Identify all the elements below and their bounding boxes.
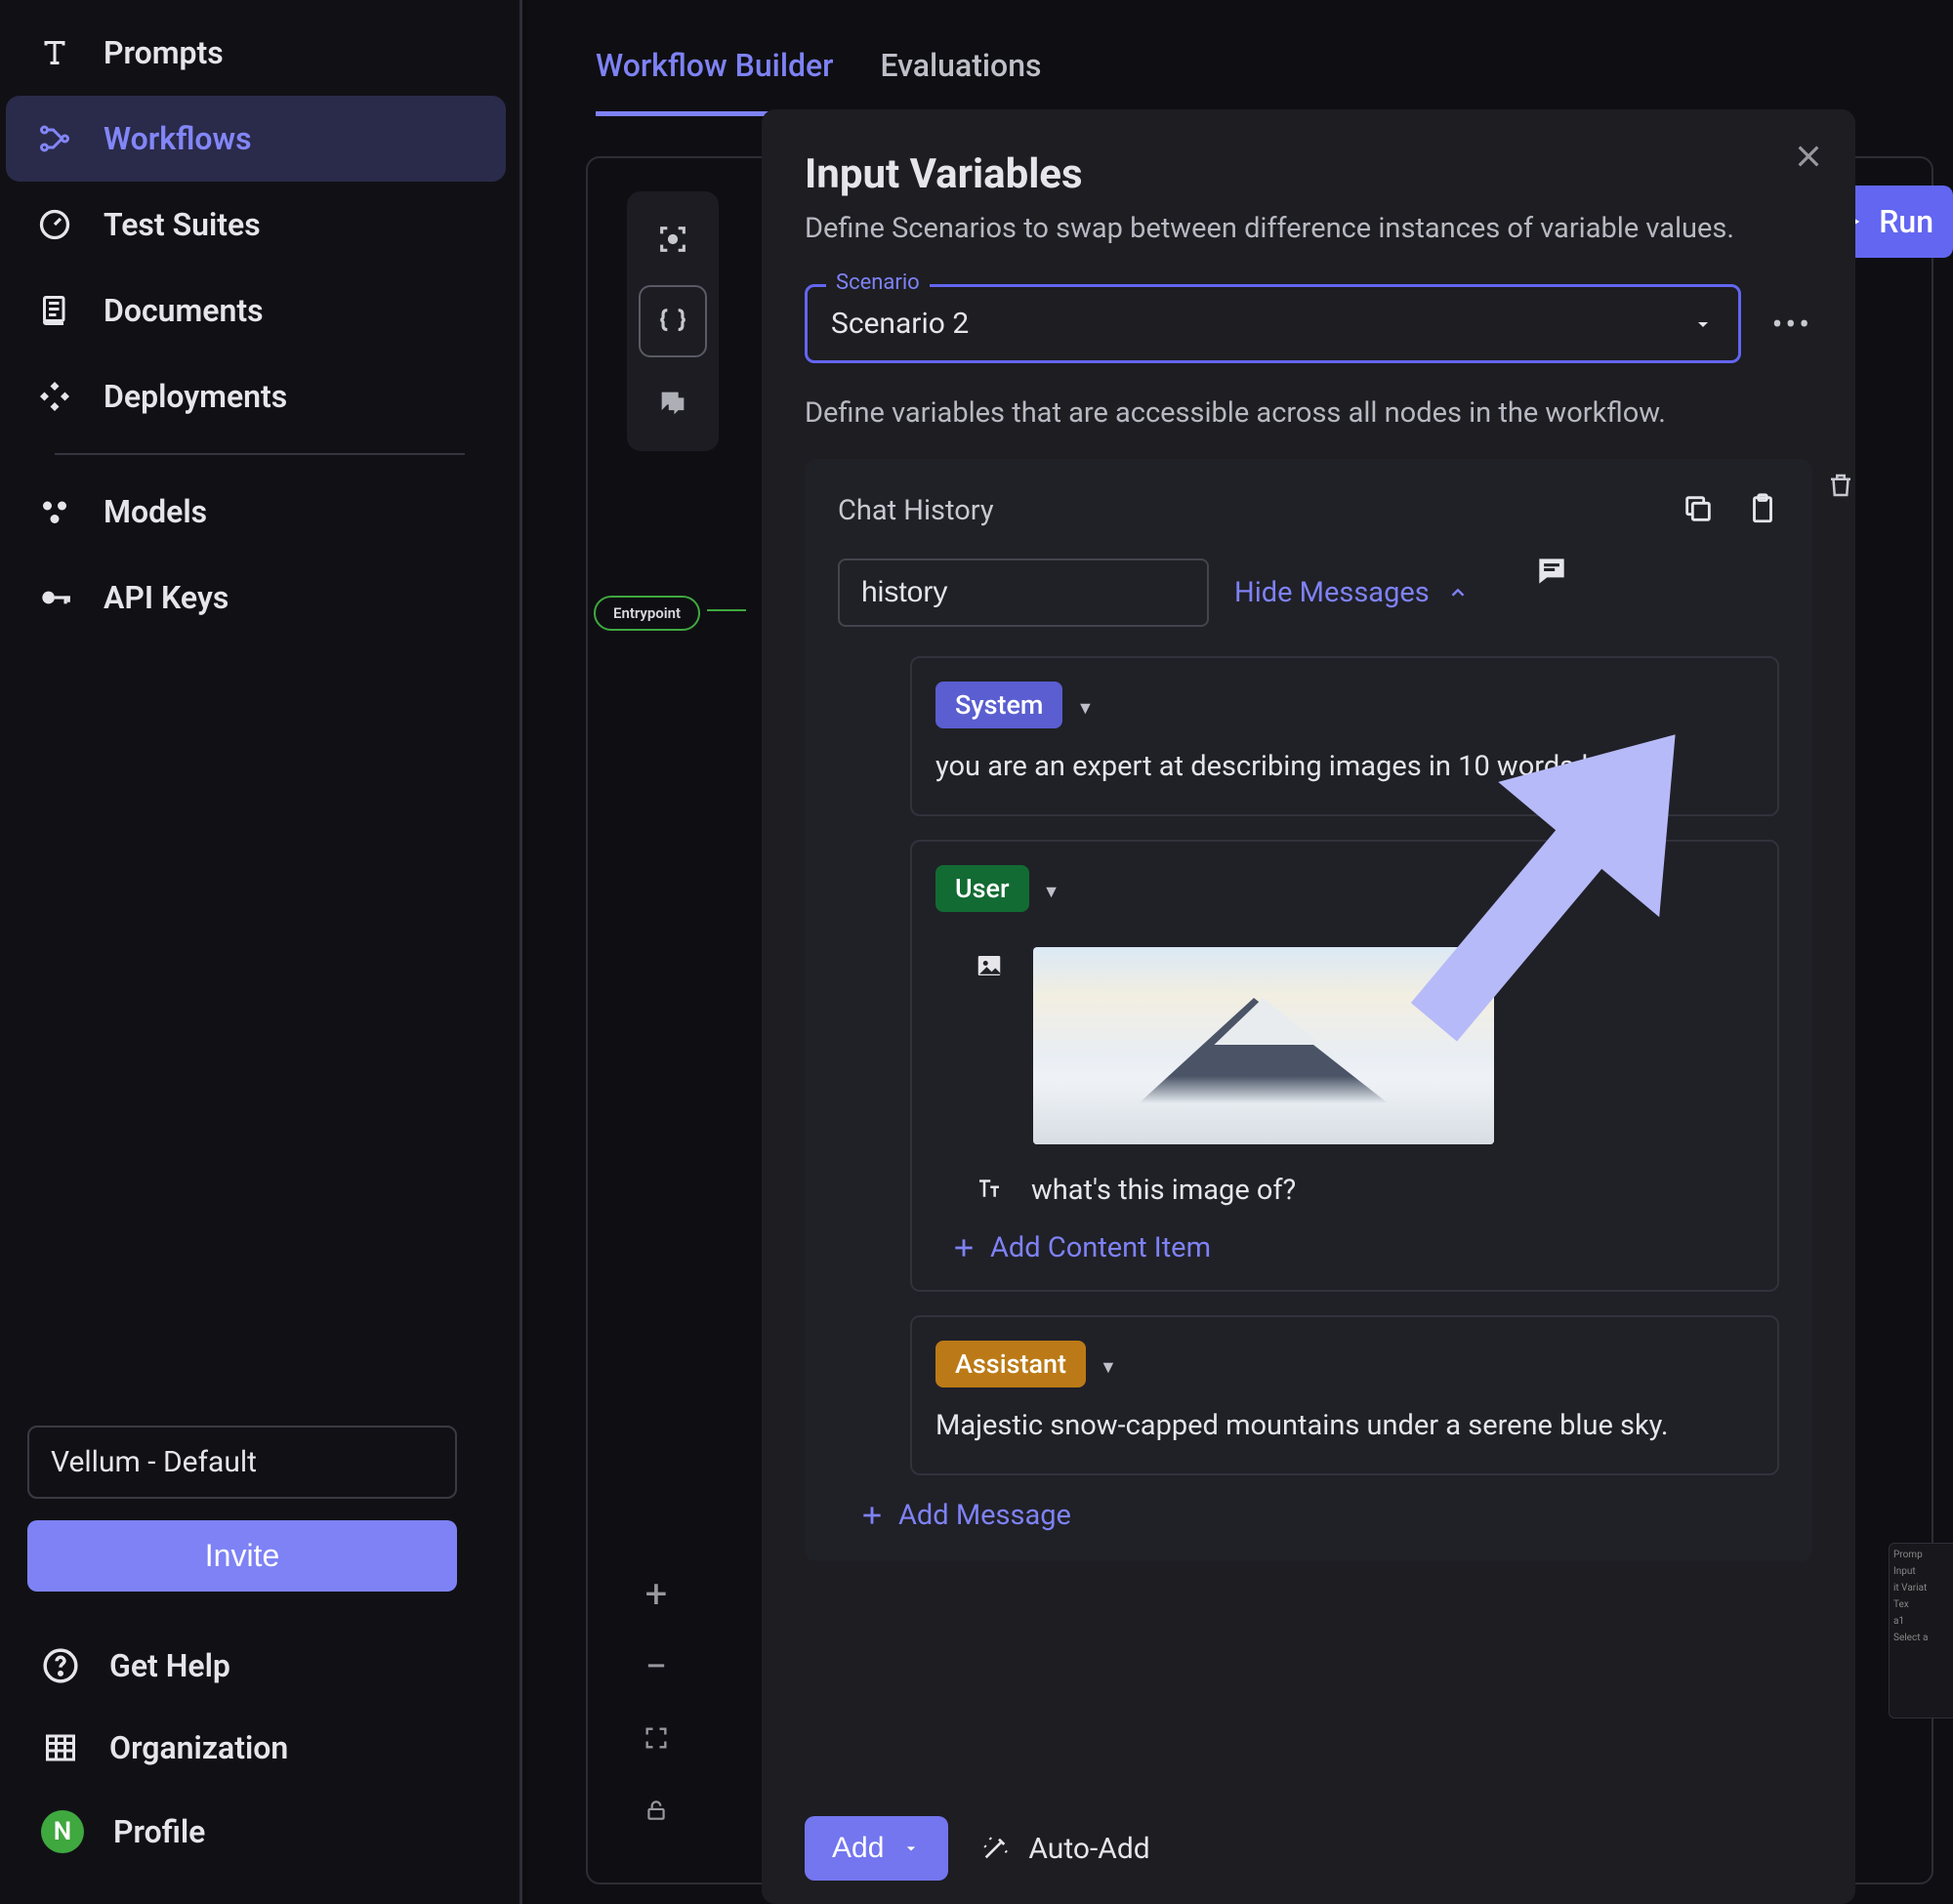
chevron-down-icon: ▼ [1100,1357,1117,1378]
user-text[interactable]: what's this image of? [1031,1170,1296,1213]
deployments-icon [35,377,74,416]
auto-add-button[interactable]: Auto-Add [979,1832,1149,1866]
workflow-icon [35,119,74,158]
text-icon [975,1174,1004,1207]
hide-messages-label: Hide Messages [1234,576,1430,609]
help-icon [41,1646,80,1685]
panel-title: Input Variables [805,150,1812,198]
plus-icon [951,1235,976,1261]
workspace-value: Vellum - Default [51,1445,257,1479]
org-icon [41,1728,80,1767]
tab-workflow-builder[interactable]: Workflow Builder [596,47,833,116]
add-content-item-button[interactable]: Add Content Item [951,1231,1754,1264]
chat-history-card: Chat History Hide Messages [805,459,1812,1561]
key-icon [35,578,74,617]
role-select-assistant[interactable]: Assistant [935,1341,1086,1387]
avatar: N [41,1810,84,1853]
role-select-user[interactable]: User [935,865,1029,912]
chat-icon[interactable] [1533,553,1570,594]
hide-messages-toggle[interactable]: Hide Messages [1234,576,1469,609]
sidebar-item-workflows[interactable]: Workflows [6,96,506,182]
delete-button[interactable] [1826,471,1855,504]
mini-node-preview: Promp Input it Variat Tex a1 Select a [1889,1543,1953,1718]
sidebar-item-api-keys[interactable]: API Keys [6,555,506,641]
fullscreen-button[interactable] [627,1705,686,1771]
sidebar-item-label: Prompts [104,34,224,71]
role-select-system[interactable]: System [935,682,1062,728]
scenario-menu-button[interactable]: ••• [1772,306,1812,343]
assistant-text[interactable]: Majestic snow-capped mountains under a s… [935,1405,1754,1448]
zoom-toolbar: + − [627,1560,686,1843]
message-system: System ▼ you are an expert at describing… [910,656,1779,816]
sidebar-item-help[interactable]: Get Help [27,1625,492,1707]
magic-wand-icon [979,1833,1011,1864]
gauge-icon [35,205,74,244]
sidebar-item-label: Test Suites [104,206,261,243]
system-text[interactable]: you are an expert at describing images i… [935,746,1754,789]
add-message-button[interactable]: Add Message [859,1499,1779,1532]
scenario-select[interactable]: Scenario 2 [805,284,1741,363]
card-title: Chat History [838,494,994,527]
sidebar-item-label: Deployments [104,378,287,415]
zoom-in-button[interactable]: + [627,1560,686,1627]
message-user: User ▼ what's this image of? Add Content… [910,840,1779,1293]
sidebar-item-label: Models [104,493,207,530]
run-label: Run [1879,203,1933,240]
chevron-down-icon [1691,312,1715,336]
chat-tool[interactable] [639,367,707,439]
chevron-up-icon [1447,582,1469,603]
chevron-down-icon: ▼ [1076,698,1094,719]
workspace-select[interactable]: Vellum - Default [27,1426,457,1499]
tabs: Workflow Builder Evaluations [527,0,1953,116]
canvas-toolbar [627,191,719,451]
sidebar-item-organization[interactable]: Organization [27,1707,492,1789]
panel-subtitle: Define Scenarios to swap between differe… [805,212,1812,245]
sidebar-item-documents[interactable]: Documents [6,268,506,353]
entrypoint-node[interactable]: Entrypoint [594,596,700,631]
models-icon [35,492,74,531]
panel-subtext: Define variables that are accessible acr… [805,396,1812,430]
sidebar-item-profile[interactable]: N Profile [27,1789,492,1875]
lock-button[interactable] [627,1777,686,1843]
documents-icon [35,291,74,330]
braces-tool[interactable] [639,285,707,357]
sidebar-item-models[interactable]: Models [6,469,506,555]
message-assistant: Assistant ▼ Majestic snow-capped mountai… [910,1315,1779,1475]
org-label: Organization [109,1729,288,1766]
scenario-value: Scenario 2 [831,307,969,341]
tab-evaluations[interactable]: Evaluations [880,47,1041,116]
sidebar-item-deployments[interactable]: Deployments [6,353,506,439]
sidebar-item-test-suites[interactable]: Test Suites [6,182,506,268]
copy-button[interactable] [1682,492,1715,529]
add-button[interactable]: Add [805,1816,948,1881]
scenario-field-label: Scenario [826,270,930,295]
profile-label: Profile [113,1813,205,1850]
sidebar-item-label: Documents [104,292,264,329]
image-icon [975,951,1004,984]
sidebar-item-label: API Keys [104,579,229,616]
help-label: Get Help [109,1647,230,1684]
focus-tool[interactable] [639,203,707,275]
chevron-down-icon [901,1839,921,1858]
user-image[interactable] [1033,947,1494,1144]
zoom-out-button[interactable]: − [627,1633,686,1699]
text-icon [35,33,74,72]
sidebar-item-prompts[interactable]: Prompts [6,10,506,96]
history-name-input[interactable] [838,559,1209,627]
input-variables-panel: Input Variables Define Scenarios to swap… [762,109,1855,1904]
chevron-down-icon: ▼ [1043,882,1060,902]
plus-icon [859,1503,885,1528]
close-button[interactable] [1793,141,1824,176]
sidebar-item-label: Workflows [104,120,252,157]
nav-divider [55,453,465,455]
clipboard-button[interactable] [1746,492,1779,529]
invite-button[interactable]: Invite [27,1520,457,1592]
node-connector [707,609,746,611]
